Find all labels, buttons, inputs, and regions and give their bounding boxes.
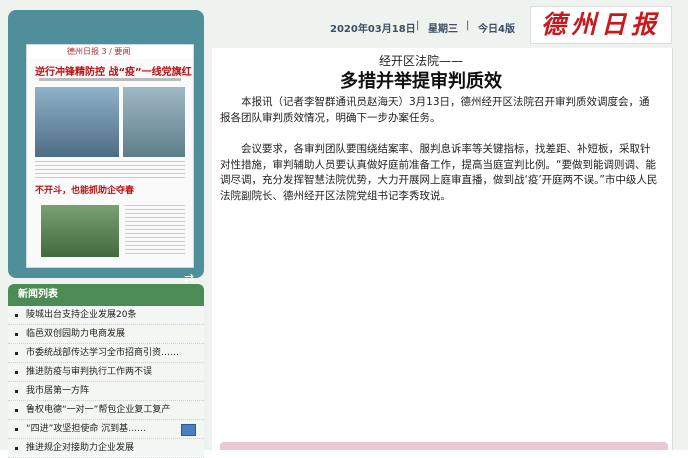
news-list-item[interactable]: 推进防疫与审判执行工作两不误 bbox=[8, 363, 204, 382]
bullet-icon bbox=[15, 352, 18, 355]
article-paragraph: 会议要求，各审判团队要围绕结案率、服判息诉率等关键指标，找差距、补短板，采取针对… bbox=[220, 143, 658, 202]
news-list-item-label: 市委统战部传达学习全市招商引资…… bbox=[26, 348, 180, 358]
article-title: 多措并举提审判质效 bbox=[340, 71, 502, 92]
weekday: 星期三 bbox=[428, 24, 458, 35]
news-list-item[interactable]: 市委统战部传达学习全市招商引资…… bbox=[8, 344, 204, 363]
bullet-icon bbox=[15, 390, 18, 393]
newspaper-logo: 德州日报 bbox=[530, 6, 672, 44]
separator: | bbox=[416, 20, 420, 31]
page-number: 今日4版 bbox=[478, 24, 515, 35]
news-list-item-label: 临邑双创园助力电商发展 bbox=[26, 329, 126, 339]
left-sidebar: 德州日报 3 / 要闻 逆行冲锋精防控 战“疫”一线党旗红 不开斗，也能抓助企夺… bbox=[0, 0, 212, 458]
bullet-icon bbox=[15, 409, 18, 412]
bullet-icon bbox=[15, 314, 18, 317]
thumbnail-text-block-2 bbox=[125, 205, 185, 257]
thumbnail-photo-1 bbox=[35, 87, 119, 157]
separator: | bbox=[466, 20, 470, 31]
bullet-icon bbox=[15, 333, 18, 336]
news-list-item[interactable]: 推进规企对接助力企业发展 bbox=[8, 439, 204, 458]
article-area: 2020年03月18日 | 星期三 | 今日4版 德州日报 经开区法院—— 多措… bbox=[212, 0, 688, 450]
news-list-item-label: 陵城出台支持企业发展20条 bbox=[26, 310, 137, 320]
bottom-decorative-bar bbox=[220, 442, 668, 450]
news-list-item[interactable]: 我市居第一方阵 bbox=[8, 382, 204, 401]
news-list-item-label: 推进规企对接助力企业发展 bbox=[26, 443, 135, 453]
bullet-icon bbox=[15, 371, 18, 374]
news-list-item-label: 鲁权电德“一对一”帮包企业复工复产 bbox=[26, 405, 171, 415]
thumbnail-masthead: 德州日报 3 / 要闻 bbox=[27, 45, 193, 59]
news-list: 陵城出台支持企业发展20条 临邑双创园助力电商发展 市委统战部传达学习全市招商引… bbox=[8, 306, 204, 458]
news-list-item[interactable]: “四进”攻坚担使命 沉到基…… bbox=[8, 420, 204, 439]
news-list-item[interactable]: 鲁权电德“一对一”帮包企业复工复产 bbox=[8, 401, 204, 420]
newspaper-page-thumbnail[interactable]: 德州日报 3 / 要闻 逆行冲锋精防控 战“疫”一线党旗红 不开斗，也能抓助企夺… bbox=[26, 44, 194, 268]
refresh-icon[interactable]: ⇄ bbox=[184, 272, 200, 284]
thumbnail-text-block bbox=[35, 161, 185, 181]
news-list-item-label: 我市居第一方阵 bbox=[26, 386, 90, 396]
issue-date: 2020年03月18日 bbox=[330, 24, 416, 35]
news-list-item-label: 推进防疫与审判执行工作两不误 bbox=[26, 367, 153, 377]
thumbnail-photo-3 bbox=[41, 205, 119, 257]
bullet-icon bbox=[15, 428, 18, 431]
right-margin bbox=[672, 48, 688, 450]
thumbnail-headline-2: 不开斗，也能抓助企夺春 bbox=[35, 186, 135, 196]
news-list-item[interactable]: 陵城出台支持企业发展20条 bbox=[8, 306, 204, 325]
news-list-item-label: “四进”攻坚担使命 沉到基…… bbox=[26, 424, 147, 434]
news-list-header: 新闻列表 bbox=[8, 284, 204, 306]
news-list-item[interactable]: 临邑双创园助力电商发展 bbox=[8, 325, 204, 344]
thumbnail-subline bbox=[39, 78, 181, 81]
thumbnail-headline: 逆行冲锋精防控 战“疫”一线党旗红 bbox=[35, 67, 192, 78]
top-bar: 2020年03月18日 | 星期三 | 今日4版 德州日报 bbox=[212, 0, 688, 48]
video-icon[interactable] bbox=[181, 424, 196, 436]
article-paragraph: 本报讯（记者李智群通讯员赵海天）3月13日，德州经开区法院召开审判质效调度会，通… bbox=[220, 96, 650, 124]
page-preview-panel: 德州日报 3 / 要闻 逆行冲锋精防控 战“疫”一线党旗红 不开斗，也能抓助企夺… bbox=[8, 10, 204, 284]
thumbnail-photo-2 bbox=[123, 87, 185, 157]
